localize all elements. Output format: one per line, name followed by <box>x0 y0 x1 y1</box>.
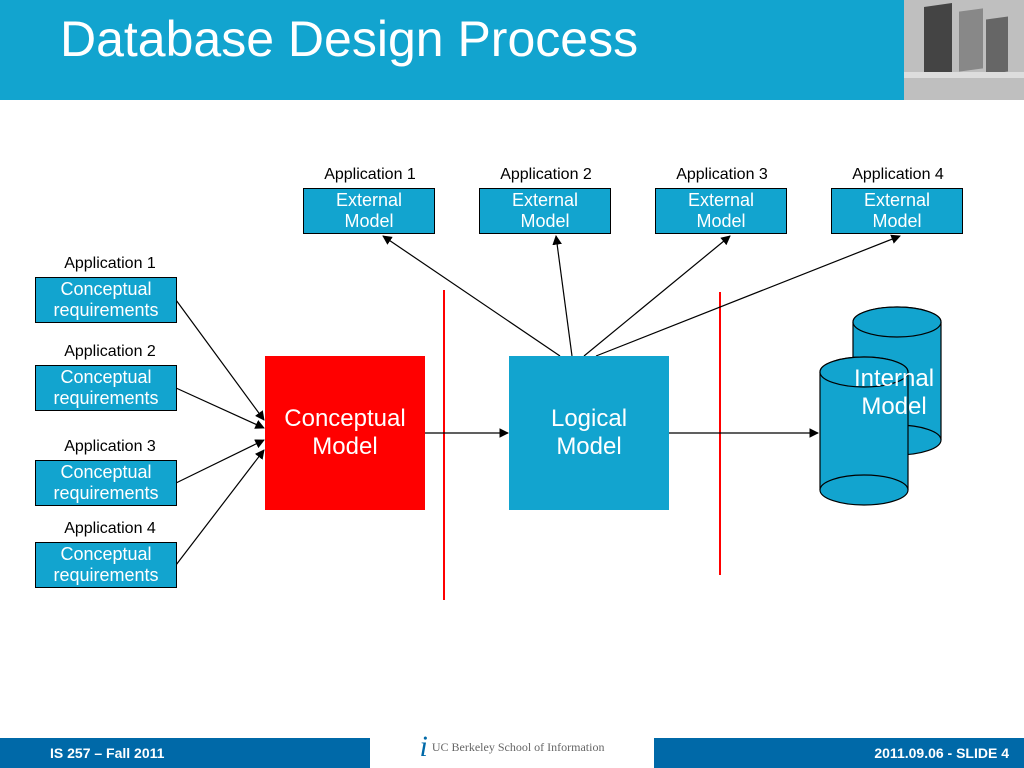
external-app-1: Application 1 <box>300 166 440 184</box>
footer-right: 2011.09.06 - SLIDE 4 <box>654 738 1024 768</box>
external-box-4: External Model <box>831 188 963 234</box>
req-box-3: Conceptual requirements <box>35 460 177 506</box>
header-photo <box>904 0 1024 100</box>
internal-model-label: Internal Model <box>854 365 934 420</box>
footer-center: i UC Berkeley School of Information <box>370 726 654 768</box>
footer-center-text: UC Berkeley School of Information <box>432 740 605 755</box>
external-box-3: External Model <box>655 188 787 234</box>
external-box-2: External Model <box>479 188 611 234</box>
footer-left: IS 257 – Fall 2011 <box>0 738 370 768</box>
slide: Database Design Process <box>0 0 1024 768</box>
req-box-4: Conceptual requirements <box>35 542 177 588</box>
external-box-1: External Model <box>303 188 435 234</box>
diagram: Application 1 External Model Application… <box>0 100 1024 738</box>
conceptual-model-box: Conceptual Model <box>265 356 425 510</box>
footer: IS 257 – Fall 2011 i UC Berkeley School … <box>0 738 1024 768</box>
logical-model-box: Logical Model <box>509 356 669 510</box>
external-app-4: Application 4 <box>828 166 968 184</box>
external-app-2: Application 2 <box>476 166 616 184</box>
page-title: Database Design Process <box>60 10 638 68</box>
req-app-3: Application 3 <box>40 438 180 456</box>
logo-icon: i <box>420 730 428 764</box>
title-bar: Database Design Process <box>0 0 1024 100</box>
req-box-1: Conceptual requirements <box>35 277 177 323</box>
external-app-3: Application 3 <box>652 166 792 184</box>
req-app-2: Application 2 <box>40 343 180 361</box>
req-box-2: Conceptual requirements <box>35 365 177 411</box>
req-app-1: Application 1 <box>40 255 180 273</box>
req-app-4: Application 4 <box>40 520 180 538</box>
